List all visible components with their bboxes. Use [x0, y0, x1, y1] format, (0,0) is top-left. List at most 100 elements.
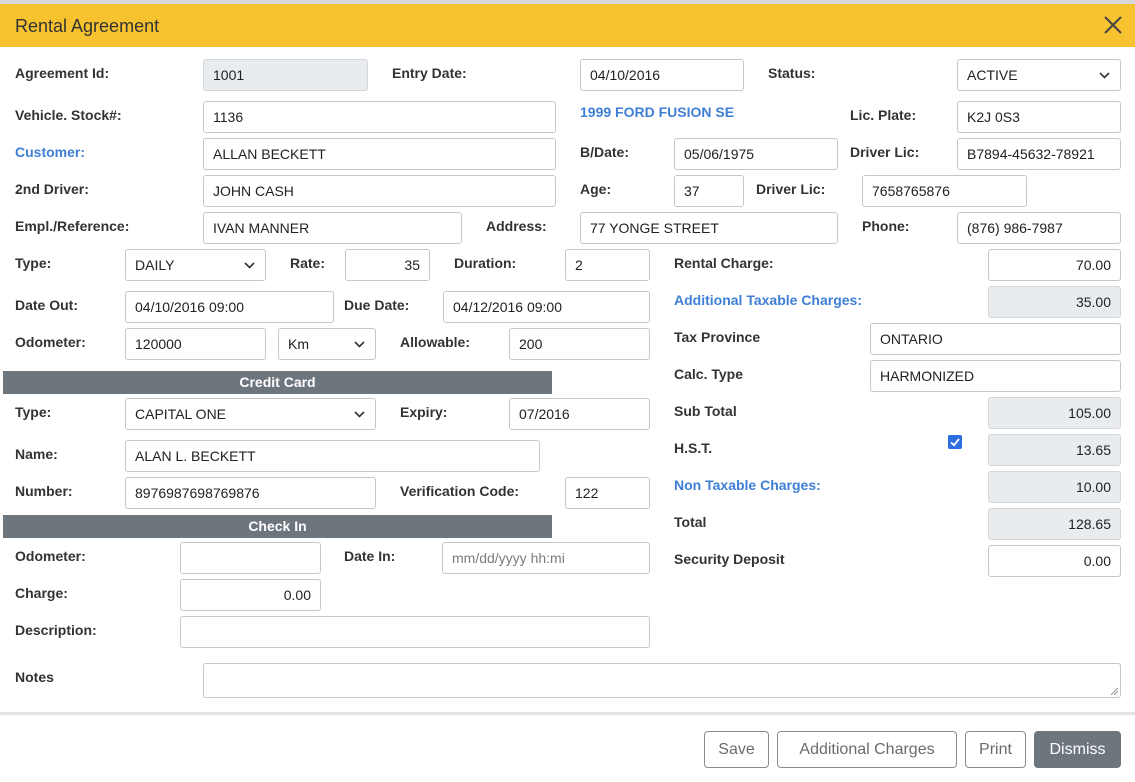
- security-deposit-field[interactable]: 0.00: [988, 545, 1121, 577]
- rate-label: Rate:: [290, 255, 326, 271]
- allowable-field[interactable]: 200: [509, 328, 650, 360]
- additional-charges-button[interactable]: Additional Charges: [777, 731, 957, 768]
- second-driver-label: 2nd Driver:: [15, 181, 89, 197]
- footer-divider: [0, 712, 1135, 715]
- chevron-down-icon: [354, 411, 365, 418]
- dialog-title: Rental Agreement: [15, 16, 160, 36]
- non-taxable-charges-field: 10.00: [988, 471, 1121, 503]
- sub-total-field: 105.00: [988, 397, 1121, 429]
- card-name-field[interactable]: ALAN L. BECKETT: [125, 440, 540, 472]
- hst-checkbox[interactable]: [948, 435, 962, 449]
- print-button[interactable]: Print: [965, 731, 1026, 768]
- calc-type-label: Calc. Type: [674, 366, 743, 382]
- additional-taxable-charges-link[interactable]: Additional Taxable Charges:: [674, 292, 862, 308]
- bdate-label: B/Date:: [580, 144, 630, 160]
- odometer-unit-select[interactable]: Km: [278, 328, 376, 360]
- vehicle-stock-field[interactable]: 1136: [203, 101, 556, 133]
- resize-handle-icon[interactable]: [1110, 687, 1118, 695]
- date-in-field[interactable]: mm/dd/yyyy hh:mi: [442, 542, 650, 574]
- agreement-id-label: Agreement Id:: [15, 65, 110, 81]
- driver-lic2-label: Driver Lic:: [756, 181, 826, 197]
- credit-card-header: Credit Card: [3, 371, 552, 394]
- expiry-label: Expiry:: [400, 404, 448, 420]
- empl-reference-label: Empl./Reference:: [15, 218, 130, 234]
- notes-label: Notes: [15, 669, 54, 685]
- status-label: Status:: [768, 65, 816, 81]
- description-field[interactable]: [180, 616, 650, 648]
- allowable-label: Allowable:: [400, 334, 471, 350]
- expiry-field[interactable]: 07/2016: [509, 398, 650, 430]
- card-number-field[interactable]: 8976987698769876: [125, 477, 376, 509]
- chevron-down-icon: [244, 262, 255, 269]
- chevron-down-icon: [354, 341, 365, 348]
- customer-link[interactable]: Customer:: [15, 144, 85, 160]
- checkin-odometer-field[interactable]: [180, 542, 321, 574]
- status-select[interactable]: ACTIVE: [957, 59, 1121, 91]
- vehicle-description-link[interactable]: 1999 FORD FUSION SE: [580, 104, 734, 120]
- date-out-field[interactable]: 04/10/2016 09:00: [125, 291, 334, 323]
- verification-code-label: Verification Code:: [400, 483, 520, 499]
- dismiss-button[interactable]: Dismiss: [1034, 731, 1121, 768]
- agreement-id-field: 1001: [203, 59, 368, 91]
- duration-field[interactable]: 2: [565, 249, 650, 281]
- card-type-select[interactable]: CAPITAL ONE: [125, 398, 376, 430]
- status-value: ACTIVE: [967, 67, 1018, 83]
- check-in-header: Check In: [3, 515, 552, 538]
- save-button[interactable]: Save: [704, 731, 769, 768]
- charge-label: Charge:: [15, 585, 68, 601]
- vehicle-stock-label: Vehicle. Stock#:: [15, 107, 122, 123]
- empl-reference-field[interactable]: IVAN MANNER: [203, 212, 462, 244]
- dialog-header: Rental Agreement: [0, 4, 1135, 47]
- lic-plate-label: Lic. Plate:: [850, 107, 917, 123]
- non-taxable-charges-link[interactable]: Non Taxable Charges:: [674, 477, 821, 493]
- driver-lic2-field[interactable]: 7658765876: [862, 175, 1027, 207]
- notes-textarea[interactable]: [203, 663, 1121, 698]
- description-label: Description:: [15, 622, 97, 638]
- rental-charge-label: Rental Charge:: [674, 255, 774, 271]
- age-label: Age:: [580, 181, 612, 197]
- card-type-value: CAPITAL ONE: [135, 406, 227, 422]
- odometer-field[interactable]: 120000: [125, 328, 266, 360]
- entry-date-field[interactable]: 04/10/2016: [580, 59, 744, 91]
- total-field: 128.65: [988, 508, 1121, 540]
- charge-field[interactable]: 0.00: [180, 579, 321, 611]
- phone-label: Phone:: [862, 218, 910, 234]
- due-date-field[interactable]: 04/12/2016 09:00: [443, 291, 650, 323]
- due-date-label: Due Date:: [344, 297, 410, 313]
- customer-field[interactable]: ALLAN BECKETT: [203, 138, 556, 170]
- lic-plate-field[interactable]: K2J 0S3: [957, 101, 1121, 133]
- chevron-down-icon: [1099, 72, 1110, 79]
- rental-charge-field[interactable]: 70.00: [988, 249, 1121, 281]
- type-label: Type:: [15, 255, 52, 271]
- close-icon[interactable]: [1100, 12, 1126, 38]
- calc-type-field[interactable]: HARMONIZED: [870, 360, 1121, 392]
- duration-label: Duration:: [454, 255, 517, 271]
- date-out-label: Date Out:: [15, 297, 78, 313]
- address-field[interactable]: 77 YONGE STREET: [580, 212, 838, 244]
- card-type-label: Type:: [15, 404, 52, 420]
- type-select[interactable]: DAILY: [125, 249, 266, 281]
- tax-province-label: Tax Province: [674, 329, 761, 345]
- address-label: Address:: [486, 218, 547, 234]
- checkin-odometer-label: Odometer:: [15, 548, 86, 564]
- type-value: DAILY: [135, 257, 175, 273]
- age-field[interactable]: 37: [674, 175, 744, 207]
- odometer-unit-value: Km: [288, 336, 309, 352]
- rate-field[interactable]: 35: [345, 249, 430, 281]
- phone-field[interactable]: (876) 986-7987: [957, 212, 1121, 244]
- entry-date-label: Entry Date:: [392, 65, 467, 81]
- verification-code-field[interactable]: 122: [565, 477, 650, 509]
- hst-label: H.S.T.: [674, 440, 713, 456]
- driver-lic-field[interactable]: B7894-45632-78921: [957, 138, 1121, 170]
- total-label: Total: [674, 514, 707, 530]
- sub-total-label: Sub Total: [674, 403, 737, 419]
- security-deposit-label: Security Deposit: [674, 551, 785, 567]
- second-driver-field[interactable]: JOHN CASH: [203, 175, 556, 207]
- odometer-label: Odometer:: [15, 334, 86, 350]
- card-number-label: Number:: [15, 483, 73, 499]
- additional-taxable-charges-field: 35.00: [988, 286, 1121, 318]
- bdate-field[interactable]: 05/06/1975: [674, 138, 838, 170]
- tax-province-field[interactable]: ONTARIO: [870, 323, 1121, 355]
- driver-lic-label: Driver Lic:: [850, 144, 920, 160]
- hst-field: 13.65: [988, 434, 1121, 466]
